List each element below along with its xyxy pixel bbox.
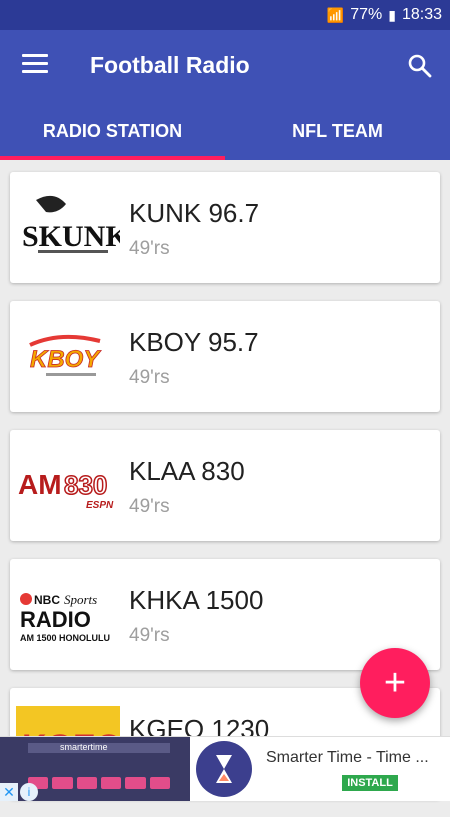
tab-nfl-team[interactable]: NFL TEAM	[225, 102, 450, 160]
svg-text:RADIO: RADIO	[20, 607, 91, 632]
ad-banner[interactable]: smartertime ✕ i Smarter Time - Time ... …	[0, 736, 450, 801]
add-station-button[interactable]: +	[360, 648, 430, 718]
station-team: 49'rs	[129, 625, 170, 646]
ad-close-icon[interactable]: ✕	[0, 783, 18, 801]
station-name: KBOY 95.7	[129, 327, 259, 357]
svg-text:AM 1500 HONOLULU: AM 1500 HONOLULU	[20, 633, 110, 643]
clock: 18:33	[401, 6, 442, 23]
nbc-sports-radio-logo: NBC Sports RADIO AM 1500 HONOLULU	[16, 577, 120, 651]
ad-thumb-text: smartertime	[60, 742, 108, 752]
station-card[interactable]: KBOY KBOY 95.7 49'rs	[10, 301, 440, 412]
svg-text:AM: AM	[18, 469, 62, 500]
menu-icon[interactable]	[22, 54, 48, 74]
ad-app-title: Smarter Time - Time ...	[266, 749, 429, 766]
app-bar: Football Radio RADIO STATION NFL TEAM	[0, 30, 450, 160]
hourglass-icon	[196, 741, 252, 797]
svg-text:KBOY: KBOY	[30, 346, 101, 373]
svg-text:SKUNK: SKUNK	[22, 220, 120, 253]
station-team: 49'rs	[129, 238, 170, 259]
wifi-icon: 📶	[326, 6, 345, 23]
svg-text:ESPN: ESPN	[86, 500, 114, 511]
plus-icon: +	[383, 661, 407, 704]
station-team: 49'rs	[129, 367, 170, 388]
battery-level: 77%	[350, 6, 383, 23]
ad-info-icon[interactable]: i	[20, 783, 38, 801]
battery-icon: ▮	[388, 6, 396, 23]
station-name: KHKA 1500	[129, 585, 264, 615]
station-team: 49'rs	[129, 496, 170, 517]
station-card[interactable]: AM 830 ESPN KLAA 830 49'rs	[10, 430, 440, 541]
status-bar: 📶 77% ▮ 18:33	[0, 0, 450, 30]
skunk-logo: SKUNK	[16, 190, 129, 264]
am830-logo: AM 830 ESPN	[16, 448, 120, 522]
station-list: SKUNK KUNK 96.7 49'rs KBOY KBOY 95.7 49'…	[10, 172, 440, 817]
station-name: KUNK 96.7	[129, 198, 260, 228]
svg-text:NBC: NBC	[34, 593, 60, 607]
station-card[interactable]: SKUNK KUNK 96.7 49'rs	[10, 172, 440, 283]
svg-text:Sports: Sports	[64, 592, 97, 607]
search-icon[interactable]	[406, 52, 434, 80]
tab-radio-station[interactable]: RADIO STATION	[0, 102, 225, 160]
tab-bar: RADIO STATION NFL TEAM	[0, 102, 450, 160]
station-name: KLAA 830	[129, 456, 245, 486]
install-button[interactable]: INSTALL	[342, 775, 398, 791]
page-title: Football Radio	[90, 52, 250, 78]
kboy-logo: KBOY	[16, 319, 120, 393]
svg-text:830: 830	[64, 470, 107, 500]
